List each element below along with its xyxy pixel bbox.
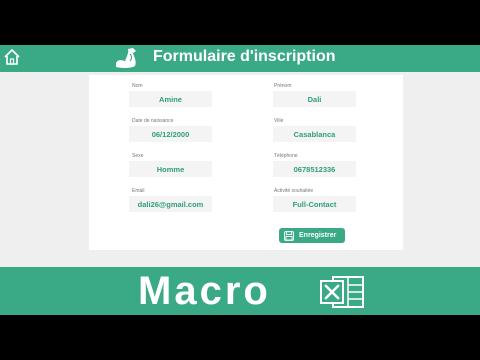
save-icon	[284, 230, 294, 241]
activite-label: Activité souhaitée	[274, 188, 314, 194]
ville-label: Ville	[274, 118, 284, 124]
email-field[interactable]: dali26@gmail.com	[129, 196, 212, 212]
registration-form: Nom Amine Prénom Dali Date de naissance …	[89, 75, 403, 250]
save-button[interactable]: Enregistrer	[279, 228, 345, 243]
app-window: Formulaire d'inscription Nom Amine Préno…	[0, 45, 480, 315]
header-bar: Formulaire d'inscription	[0, 45, 480, 72]
macro-banner: Macro	[0, 267, 480, 315]
email-label: Email	[132, 188, 145, 194]
home-icon[interactable]	[3, 47, 21, 67]
telephone-label: Téléphone	[274, 153, 298, 159]
sexe-label: Sexe	[132, 153, 144, 159]
date-naissance-label: Date de naissance	[132, 118, 174, 124]
ville-field[interactable]: Casablanca	[273, 126, 356, 142]
nom-label: Nom	[132, 83, 143, 89]
banner-text: Macro	[138, 269, 271, 313]
excel-icon	[320, 276, 364, 308]
nom-field[interactable]: Amine	[129, 91, 212, 107]
date-naissance-field[interactable]: 06/12/2000	[129, 126, 212, 142]
page-title: Formulaire d'inscription	[153, 48, 336, 65]
activite-field[interactable]: Full-Contact	[273, 196, 356, 212]
prenom-field[interactable]: Dali	[273, 91, 356, 107]
prenom-label: Prénom	[274, 83, 292, 89]
save-button-label: Enregistrer	[299, 232, 337, 239]
telephone-field[interactable]: 0678512336	[273, 161, 356, 177]
flexed-arm-icon	[116, 48, 136, 68]
sexe-field[interactable]: Homme	[129, 161, 212, 177]
